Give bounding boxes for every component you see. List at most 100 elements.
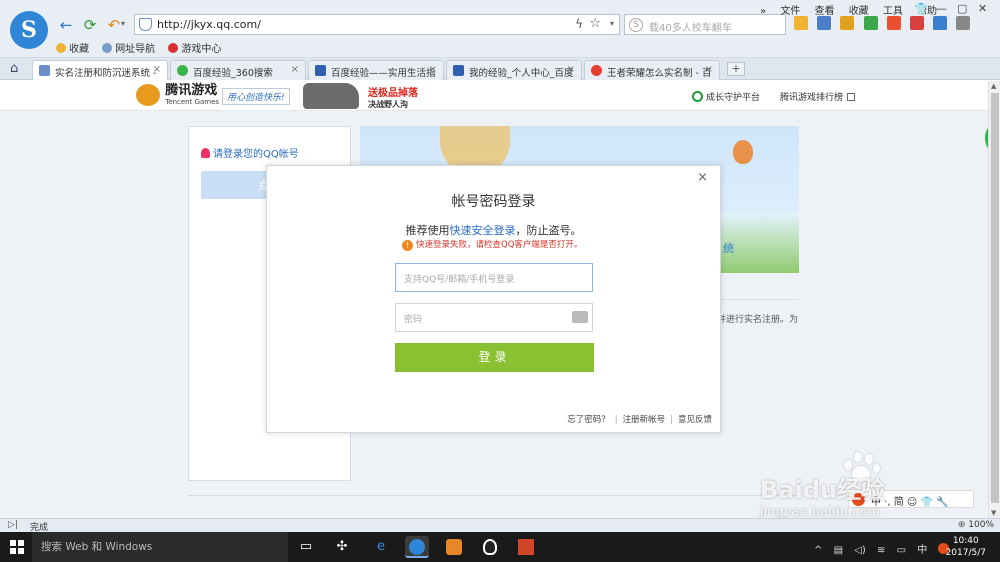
app-pinwheel-icon[interactable]: ✣ <box>330 536 354 558</box>
refresh-icon[interactable]: ⟳ <box>80 16 100 34</box>
scroll-thumb[interactable] <box>991 93 999 503</box>
bookmark-game-center[interactable]: 游戏中心 <box>168 40 221 55</box>
minimize-icon[interactable]: — <box>936 2 947 15</box>
warning-text: 快速登录失败，请检查QQ客户端是否打开。 <box>416 240 583 250</box>
tencent-games-logo[interactable]: 腾讯游戏 Tencent Games <box>136 84 219 106</box>
account-input[interactable]: 支持QQ号/邮箱/手机号登录 <box>395 263 593 292</box>
dialog-links: 忘了密码？ | 注册新帐号 | 意见反馈 <box>567 415 712 425</box>
games-ranking-link[interactable]: 腾讯游戏排行榜 <box>780 90 856 103</box>
recommend-text: 推荐使用快速安全登录，防止盗号。 <box>267 222 720 238</box>
ime-lang[interactable]: 中 <box>917 545 927 556</box>
search-engine-icon[interactable]: S <box>629 18 643 32</box>
mail-icon[interactable] <box>909 16 924 30</box>
menu-bar: » 文件 查看 收藏 工具 帮助 <box>760 2 937 17</box>
edge-icon[interactable]: e <box>369 536 393 558</box>
baidu-paw-icon <box>315 65 326 76</box>
new-tab-button[interactable]: + <box>727 62 745 76</box>
forgot-password-link[interactable]: 忘了密码？ <box>567 415 610 425</box>
tab-my-jingyan[interactable]: 我的经验_个人中心_百度 × <box>446 60 582 80</box>
watermark: Baidu经验 jingyan.baidu.com <box>760 470 885 520</box>
address-bar[interactable]: http://jkyx.qq.com/ ϟ ☆ ▾ <box>134 14 620 35</box>
feedback-link[interactable]: 意见反馈 <box>678 415 712 425</box>
sogou-browser-task-icon[interactable] <box>405 536 429 558</box>
tab-wangzhe[interactable]: 王者荣耀怎么实名制 - 百 × <box>584 60 720 80</box>
network-icon[interactable]: ▤ <box>834 545 843 556</box>
tab-close-icon[interactable]: × <box>429 64 437 75</box>
sogou-browser-logo-icon[interactable]: S <box>10 11 48 49</box>
logo-cn: 腾讯游戏 <box>165 83 218 98</box>
browser-toolbar: S ← ⟳ ↶ ▾ http://jkyx.qq.com/ ϟ ☆ ▾ S 载4… <box>0 0 1000 58</box>
recommend-suffix: ，防止盗号。 <box>515 224 582 237</box>
fox-app-icon[interactable] <box>442 536 466 558</box>
baidu-paw-icon <box>453 65 464 76</box>
address-dropdown-icon[interactable]: ▾ <box>610 19 614 28</box>
sidebar-toggle-icon[interactable]: ▷| <box>8 520 18 530</box>
tab-close-icon[interactable]: × <box>291 64 299 75</box>
promo-banner[interactable]: 送极品掉落 决战野人沟 <box>368 84 418 110</box>
qq-login-link[interactable]: 请登录您的QQ帐号 <box>201 145 299 160</box>
volume-icon[interactable]: ◁) <box>854 545 866 556</box>
login-dialog: × 帐号密码登录 推荐使用快速安全登录，防止盗号。 ! 快速登录失败，请检查QQ客… <box>266 165 721 433</box>
menu-more-icon[interactable]: » <box>760 6 766 17</box>
promo-car-image[interactable] <box>303 83 359 109</box>
password-input[interactable]: 密码 <box>395 303 593 332</box>
recommend-prefix: 推荐使用 <box>405 224 450 237</box>
download-icon[interactable] <box>956 16 971 30</box>
address-url[interactable]: http://jkyx.qq.com/ <box>157 18 261 31</box>
dropdown-box-icon <box>847 93 856 101</box>
search-box[interactable]: S 载40多人校车翻车 <box>624 14 786 35</box>
maximize-icon[interactable]: ▢ <box>957 2 967 15</box>
growth-guard-link[interactable]: 成长守护平台 <box>692 90 760 103</box>
scroll-up-icon[interactable]: ▲ <box>991 82 996 90</box>
bookmark-label: 网址导航 <box>115 44 156 55</box>
bookmark-nav[interactable]: 网址导航 <box>102 40 155 55</box>
powerpoint-icon[interactable] <box>514 536 538 558</box>
skin-icon[interactable]: 👕 <box>914 2 928 15</box>
vertical-scrollbar[interactable]: ▲ ▼ <box>988 81 1000 518</box>
qq-login-label: 请登录您的QQ帐号 <box>213 149 299 160</box>
tab-360-search[interactable]: 百度经验_360搜索 × <box>170 60 306 80</box>
shield-icon <box>139 18 152 31</box>
qq-penguin-icon <box>201 148 210 158</box>
tab-baidu-jingyan[interactable]: 百度经验——实用生活指 × <box>308 60 444 80</box>
checkbox-icon[interactable] <box>933 16 948 30</box>
tab-close-icon[interactable]: × <box>567 64 575 75</box>
favorite-star-icon[interactable]: ☆ <box>589 16 601 31</box>
side-description: 并进行实名注册。为 <box>717 315 799 325</box>
taskbar-search[interactable]: 搜索 Web 和 Windows <box>32 532 288 562</box>
translate-icon[interactable] <box>886 16 901 30</box>
tab-close-icon[interactable]: × <box>153 64 161 75</box>
tray-expand-icon[interactable]: ^ <box>814 545 822 556</box>
task-view-icon[interactable]: ▭ <box>294 536 318 558</box>
windows-start-icon[interactable] <box>10 540 24 554</box>
tab-close-icon[interactable]: × <box>705 64 713 75</box>
scroll-down-icon[interactable]: ▼ <box>991 509 996 517</box>
scissors-icon[interactable] <box>817 16 832 30</box>
zoom-level[interactable]: 100% <box>958 520 994 530</box>
tab-realname[interactable]: 实名注册和防沉迷系统 - × <box>32 60 168 80</box>
lightning-icon[interactable]: ϟ <box>575 17 583 31</box>
qq-icon[interactable] <box>478 536 502 558</box>
game-icon[interactable] <box>863 16 878 30</box>
dialog-title: 帐号密码登录 <box>451 194 536 210</box>
close-icon[interactable]: × <box>697 170 708 185</box>
page-icon <box>39 65 50 76</box>
home-icon[interactable]: ⌂ <box>10 61 18 76</box>
login-button[interactable]: 登录 <box>395 343 594 372</box>
quick-login-link[interactable]: 快速安全登录 <box>450 224 516 237</box>
extension-icon[interactable] <box>794 16 808 30</box>
system-tray: ^ ▤ ◁) ≋ ▭ 中 <box>814 541 957 556</box>
back-icon[interactable]: ← <box>56 16 76 34</box>
watermark-big: Baidu经验 <box>760 476 885 504</box>
undo-dropdown-icon[interactable]: ▾ <box>121 19 125 28</box>
bookmark-favorites[interactable]: 收藏 <box>56 40 89 55</box>
wifi-icon[interactable]: ≋ <box>877 545 885 556</box>
key-icon[interactable] <box>840 16 855 30</box>
warning-icon: ! <box>402 240 413 251</box>
notification-icon[interactable]: ▭ <box>897 545 906 556</box>
register-link[interactable]: 注册新帐号 <box>623 415 666 425</box>
banner-text: 统 <box>723 242 734 255</box>
keyboard-icon[interactable] <box>572 311 588 323</box>
close-window-icon[interactable]: ✕ <box>978 2 987 15</box>
clock[interactable]: 10:40 2017/5/7 <box>946 535 986 559</box>
